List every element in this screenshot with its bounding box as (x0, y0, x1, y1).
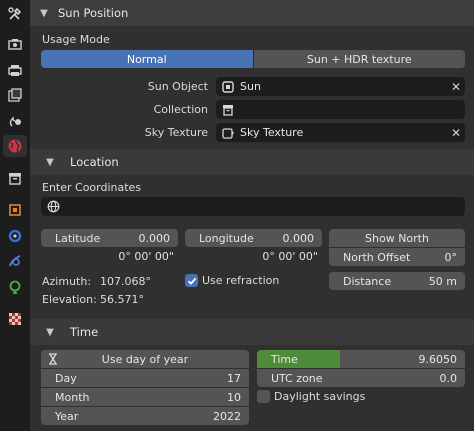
latitude-label: Latitude (55, 231, 101, 245)
modifier-icon[interactable] (3, 225, 27, 247)
use-refraction-label: Use refraction (202, 274, 280, 287)
chevron-down-icon: ▼ (46, 326, 54, 338)
utc-zone-field[interactable]: UTC zone 0.0 (257, 369, 465, 387)
clear-sun-object-icon[interactable]: ✕ (447, 80, 465, 94)
output-icon[interactable] (3, 59, 27, 81)
usage-mode-label: Usage Mode (42, 33, 110, 46)
sky-texture-label: Sky Texture (144, 126, 208, 139)
day-field[interactable]: Day 17 (41, 369, 249, 387)
location-header[interactable]: ▼ Location (30, 149, 474, 175)
month-field[interactable]: Month 10 (41, 388, 249, 406)
sun-position-header[interactable]: ▼ Sun Position (30, 0, 474, 26)
location-title: Location (70, 155, 119, 169)
checkmark-icon (187, 277, 196, 285)
view-layer-icon[interactable] (3, 84, 27, 106)
year-value: 2022 (213, 409, 241, 423)
latitude-dms: 0° 00' 00" (118, 250, 174, 263)
time-title: Time (70, 325, 99, 339)
enter-coordinates-label: Enter Coordinates (42, 181, 142, 194)
sun-object-field[interactable]: Sun ✕ (216, 77, 465, 96)
chevron-down-icon: ▼ (40, 7, 48, 19)
chevron-down-icon: ▼ (46, 156, 54, 168)
azimuth-value: 107.068° (100, 275, 151, 288)
use-day-of-year-label: Use day of year (101, 352, 189, 366)
hourglass-icon (43, 353, 63, 365)
utc-zone-value: 0.0 (439, 371, 458, 385)
collection-icon (218, 104, 238, 116)
tool-icon[interactable] (3, 3, 27, 25)
physics-icon[interactable] (3, 276, 27, 298)
show-north-button[interactable]: Show North (329, 229, 465, 247)
utc-zone-label: UTC zone (271, 371, 323, 385)
clear-sky-texture-icon[interactable]: ✕ (447, 126, 465, 140)
daylight-savings-toggle[interactable]: Daylight savings (257, 390, 365, 403)
node-icon (218, 127, 238, 139)
year-label: Year (55, 409, 79, 423)
day-value: 17 (227, 371, 241, 385)
year-field[interactable]: Year 2022 (41, 407, 249, 425)
sun-object-label: Sun Object (147, 80, 208, 93)
sky-texture-field[interactable]: Sky Texture ✕ (216, 123, 465, 142)
latitude-value: 0.000 (138, 231, 171, 245)
collection-icon[interactable] (3, 167, 27, 189)
north-offset-value: 0° (444, 250, 458, 264)
distance-value: 50 m (428, 274, 457, 288)
time-value: 9.6050 (418, 352, 458, 366)
time-slider[interactable]: Time 9.6050 (257, 350, 465, 368)
light-object-icon (218, 80, 238, 93)
collection-label: Collection (153, 103, 208, 116)
longitude-field[interactable]: Longitude 0.000 (185, 229, 322, 247)
collection-field[interactable] (216, 100, 465, 119)
longitude-value: 0.000 (282, 231, 315, 245)
daylight-savings-label: Daylight savings (274, 390, 366, 403)
latitude-field[interactable]: Latitude 0.000 (41, 229, 178, 247)
longitude-dms: 0° 00' 00" (262, 250, 318, 263)
usage-mode-sun-hdr[interactable]: Sun + HDR texture (252, 50, 465, 68)
object-icon[interactable] (3, 199, 27, 221)
use-refraction-toggle[interactable]: Use refraction (185, 274, 279, 287)
north-offset-field[interactable]: North Offset 0° (329, 248, 465, 266)
properties-tab-bar (0, 0, 30, 431)
elevation-label: Elevation: (42, 293, 97, 306)
distance-field[interactable]: Distance 50 m (329, 272, 465, 290)
sun-object-value: Sun (240, 80, 261, 93)
world-icon[interactable] (3, 135, 27, 157)
daylight-savings-checkbox[interactable] (257, 390, 270, 403)
coordinates-input[interactable] (41, 197, 465, 216)
time-header[interactable]: ▼ Time (30, 319, 474, 345)
month-label: Month (55, 390, 90, 404)
use-day-of-year-button[interactable]: Use day of year (41, 350, 249, 368)
texture-icon[interactable] (3, 308, 27, 330)
distance-label: Distance (343, 274, 392, 288)
usage-mode-selector: Normal Sun + HDR texture (41, 50, 465, 68)
azimuth-label: Azimuth: (42, 275, 92, 288)
longitude-label: Longitude (199, 231, 254, 245)
sky-texture-value: Sky Texture (240, 126, 304, 139)
panel-title: Sun Position (58, 6, 129, 20)
use-refraction-checkbox[interactable] (185, 274, 198, 287)
day-label: Day (55, 371, 77, 385)
globe-icon (43, 200, 63, 213)
usage-mode-normal[interactable]: Normal (41, 50, 253, 68)
time-label: Time (271, 352, 298, 366)
particles-icon[interactable] (3, 250, 27, 272)
north-offset-label: North Offset (343, 250, 411, 264)
elevation-value: 56.571° (100, 293, 144, 306)
month-value: 10 (227, 390, 241, 404)
scene-icon[interactable] (3, 109, 27, 131)
render-icon[interactable] (3, 33, 27, 55)
